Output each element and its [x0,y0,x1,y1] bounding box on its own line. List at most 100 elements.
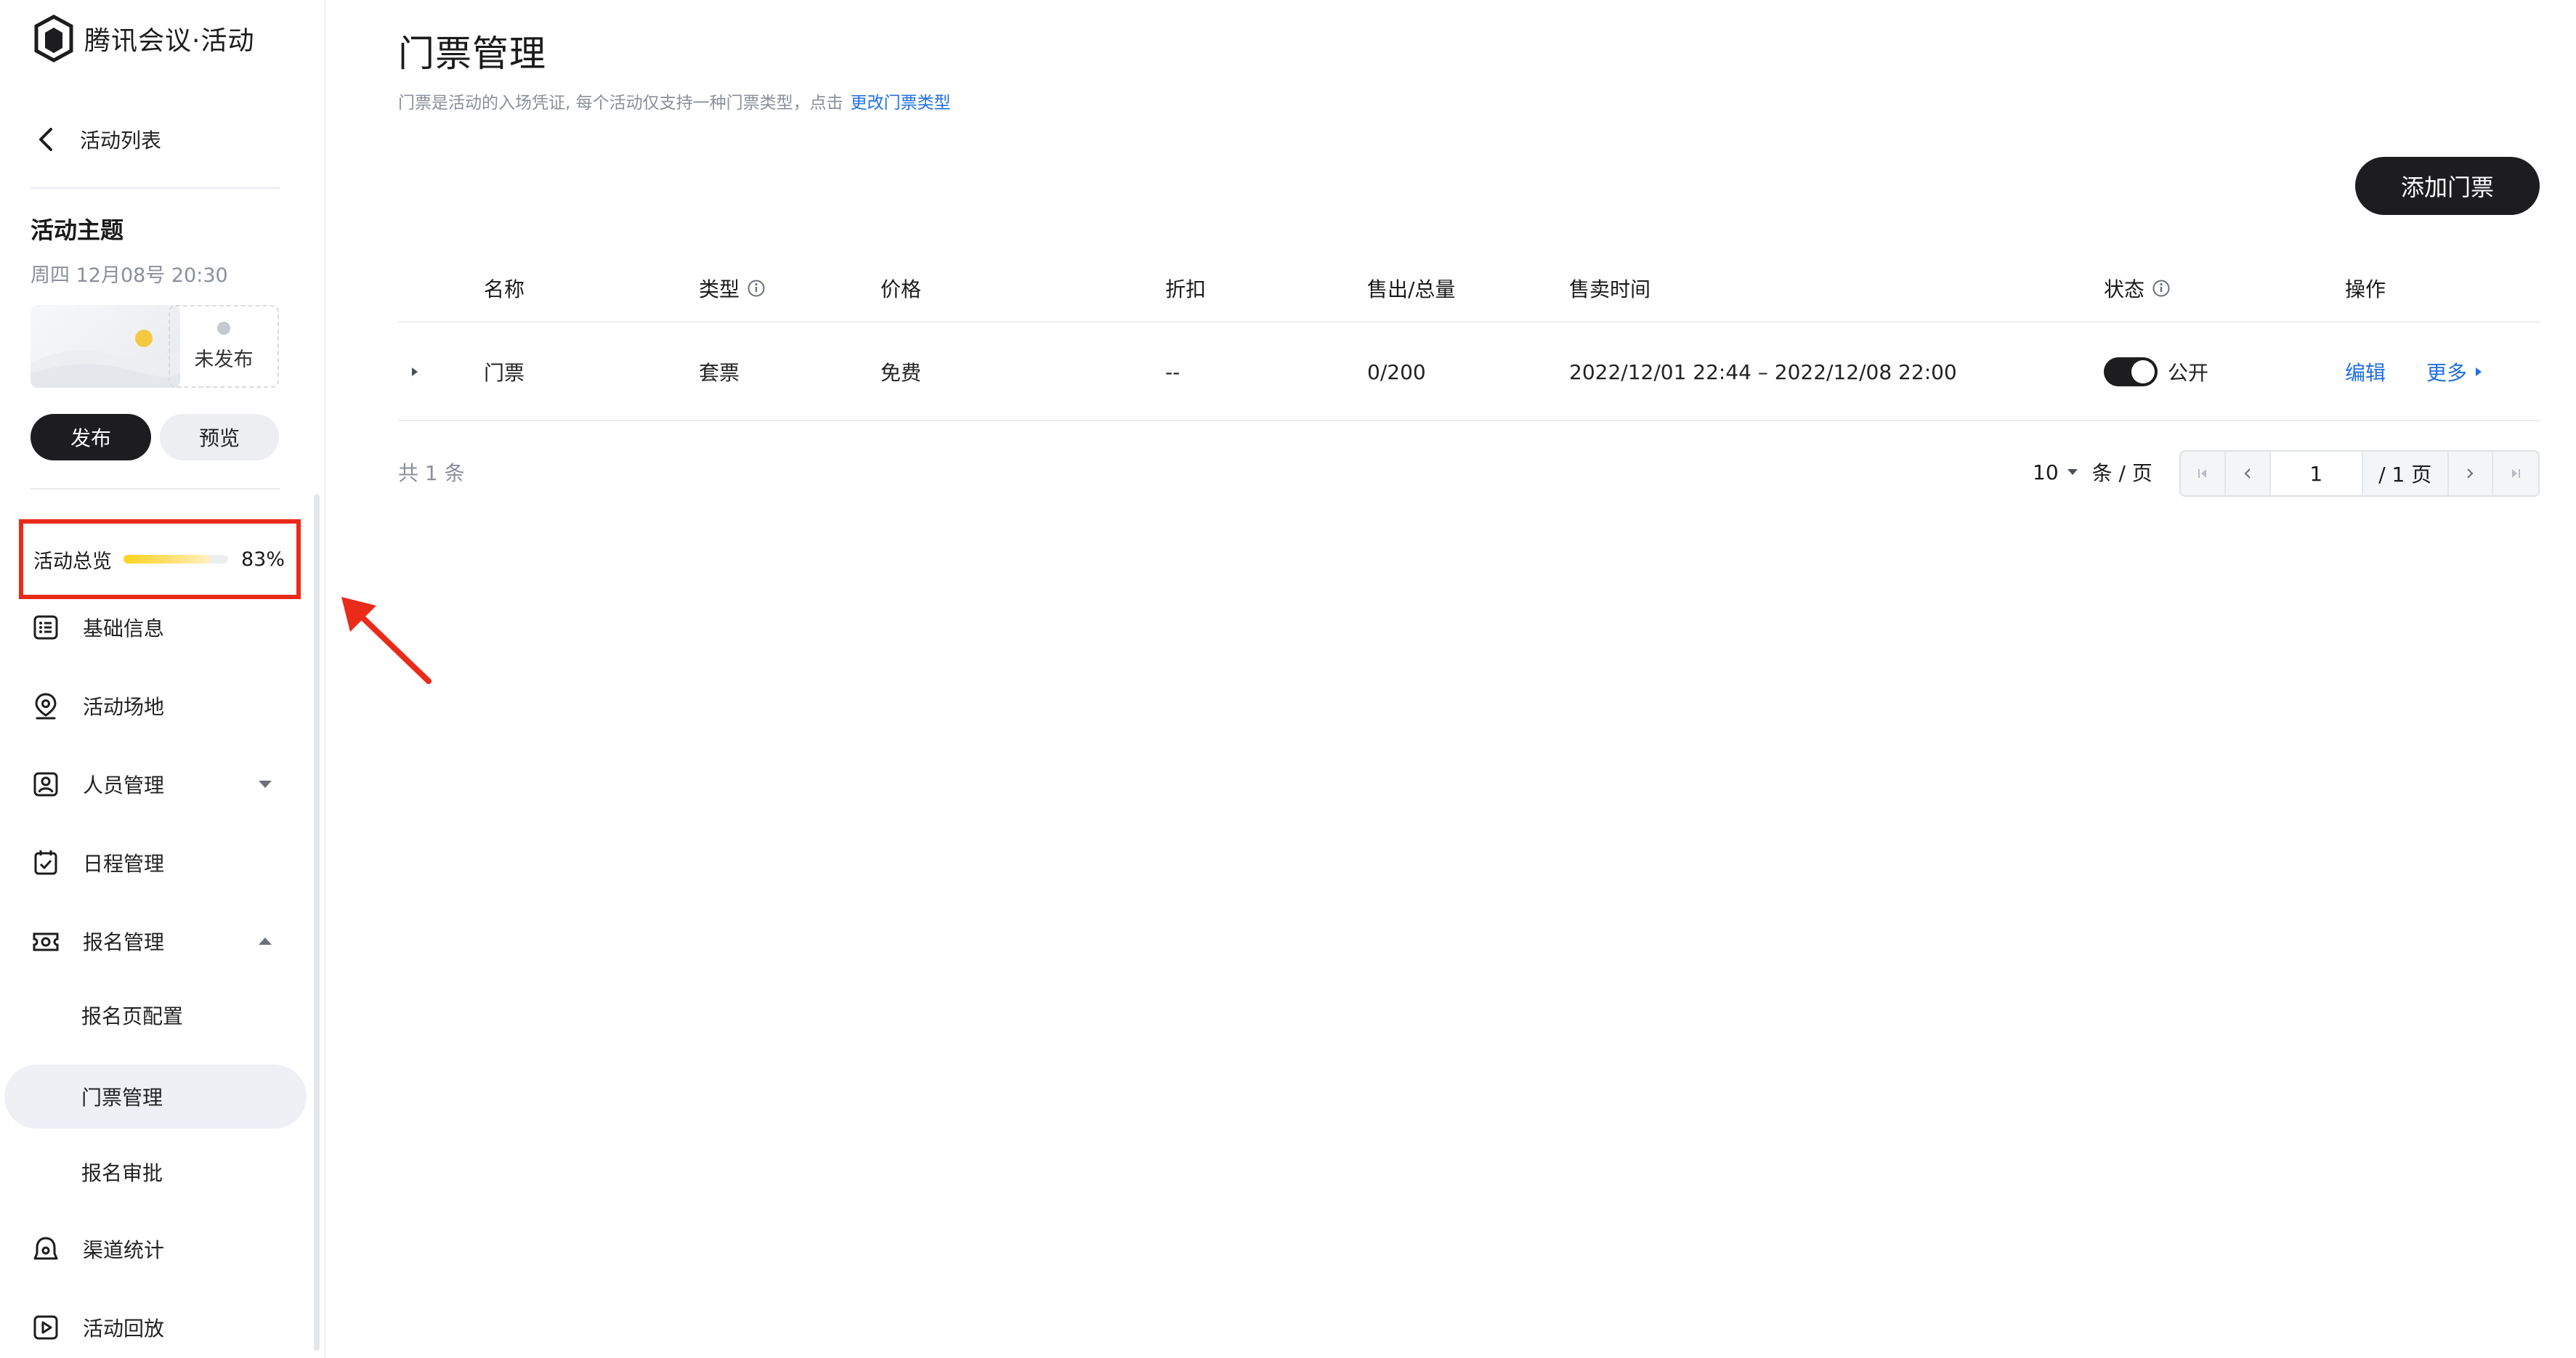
change-ticket-type-link[interactable]: 更改门票类型 [851,94,951,113]
overview-progress-fill [123,555,211,564]
divider [31,187,280,189]
sidebar-item-label: 活动回放 [83,1317,165,1341]
calendar-check-icon [31,847,61,878]
column-header-name: 名称 [484,277,525,301]
info-icon[interactable] [2152,279,2171,298]
caret-right-icon [2476,367,2482,376]
overview-label: 活动总览 [33,550,112,573]
sidebar-item-label: 日程管理 [83,852,165,876]
sidebar-item-replay[interactable]: 活动回放 [31,1306,164,1349]
next-page-button[interactable] [2449,452,2494,495]
publish-button[interactable]: 发布 [31,414,151,460]
overview-percent: 83% [240,548,285,571]
chevron-left-icon [2244,468,2251,479]
last-page-button[interactable] [2493,452,2538,495]
event-time: 周四 12月08号 20:30 [31,264,228,287]
column-header-status: 状态 [2104,254,2171,322]
sidebar-subitem-ticket-management[interactable]: 门票管理 [81,1075,163,1118]
info-icon[interactable] [747,279,766,298]
total-pages: / 1 页 [2363,452,2449,495]
status-text: 公开 [2168,361,2209,385]
brand-name: 腾讯会议·活动 [84,26,255,56]
event-status-text: 未发布 [194,348,254,371]
more-link[interactable]: 更多 [2426,357,2483,386]
table-row: 门票 套票 免费 -- 0/200 2022/12/01 22:44 – 202… [398,322,2540,421]
chevron-left-icon [39,128,52,151]
page-title: 门票管理 [398,33,546,75]
sidebar-item-label: 渠道统计 [83,1238,165,1262]
total-count: 共 1 条 [398,461,465,485]
table-header: 名称 类型 价格 折扣 售出/总量 售卖时间 状态 操作 [398,254,2540,322]
page-number-input[interactable]: 1 [2270,452,2363,495]
ticket-icon [31,926,61,956]
event-status-box: 未发布 [169,305,279,388]
cell-name: 门票 [484,361,525,385]
cell-discount: -- [1165,359,1180,384]
overview-progress-bar [123,555,228,564]
first-page-button[interactable] [2181,452,2226,495]
location-pin-icon [31,691,61,721]
cover-illustration-icon [31,330,180,388]
brand[interactable]: 腾讯会议·活动 [33,13,254,64]
sidebar-item-label: 人员管理 [83,773,165,797]
page-size-select[interactable]: 10 条 / 页 [2033,458,2152,487]
add-ticket-button[interactable]: 添加门票 [2355,157,2540,215]
sidebar-item-label: 报名管理 [83,930,165,954]
cell-type: 套票 [699,361,740,385]
event-overview[interactable]: 活动总览 83% [19,519,301,599]
column-header-type-label: 类型 [699,277,740,301]
event-title: 活动主题 [31,216,124,244]
caret-down-icon[interactable] [257,779,273,789]
column-header-price: 价格 [880,277,922,301]
cell-sold-total: 0/200 [1367,359,1426,384]
cell-operations: 编辑 更多 [2345,322,2483,421]
column-header-discount: 折扣 [1165,277,1207,301]
sidebar-item-channel-stats[interactable]: 渠道统计 [31,1227,164,1271]
preview-button[interactable]: 预览 [160,414,279,460]
status-toggle[interactable] [2104,357,2158,386]
sidebar-item-label: 基础信息 [83,617,165,641]
list-icon [31,612,61,643]
sidebar-item-schedule[interactable]: 日程管理 [31,841,164,885]
toggle-knob [2131,360,2155,383]
first-page-icon [2198,469,2206,478]
sidebar-subitem-registration-page[interactable]: 报名页配置 [81,993,183,1037]
column-header-status-label: 状态 [2104,277,2145,301]
annotation-arrow-icon [341,597,432,684]
page-description: 门票是活动的入场凭证, 每个活动仅支持一种门票类型，点击 更改门票类型 [398,89,951,113]
back-to-event-list[interactable]: 活动列表 [33,118,161,161]
column-header-sold-total: 售出/总量 [1367,277,1456,301]
sidebar-scrollbar[interactable] [314,494,320,1351]
event-cover-image[interactable] [31,305,180,388]
prev-page-button[interactable] [2226,452,2271,495]
sidebar-subitem-registration-approval[interactable]: 报名审批 [81,1150,163,1194]
edit-link[interactable]: 编辑 [2345,357,2386,386]
sidebar: 腾讯会议·活动 活动列表 活动主题 周四 12月08号 20:30 未发布 发布… [0,0,325,1358]
back-label: 活动列表 [80,129,162,153]
caret-right-icon[interactable] [410,365,420,378]
channel-icon [31,1234,61,1264]
caret-down-icon [2067,469,2078,475]
column-header-sale-time: 售卖时间 [1569,277,1651,301]
chevron-right-icon [2467,468,2474,479]
cell-price: 免费 [880,361,922,385]
page-description-text: 门票是活动的入场凭证, 每个活动仅支持一种门票类型，点击 [398,94,843,113]
sidebar-item-label: 活动场地 [83,695,165,719]
tencent-meeting-logo-icon [34,15,73,62]
last-page-icon [2512,469,2521,478]
sidebar-item-venue[interactable]: 活动场地 [31,684,164,728]
column-header-type: 类型 [699,254,766,322]
row-expand[interactable] [410,322,420,421]
sidebar-item-people[interactable]: 人员管理 [31,763,164,806]
person-card-icon [31,769,61,800]
sidebar-item-registration[interactable]: 报名管理 [31,919,164,963]
more-label: 更多 [2426,361,2468,385]
play-box-icon [31,1312,61,1343]
status-dot-icon [217,321,230,335]
caret-up-icon[interactable] [257,936,273,946]
page-size-value: 10 [2033,460,2059,484]
column-header-operations: 操作 [2345,277,2386,301]
sidebar-item-basic-info[interactable]: 基础信息 [31,606,164,649]
cell-status: 公开 [2104,322,2208,421]
page-size-unit: 条 / 页 [2091,461,2152,485]
